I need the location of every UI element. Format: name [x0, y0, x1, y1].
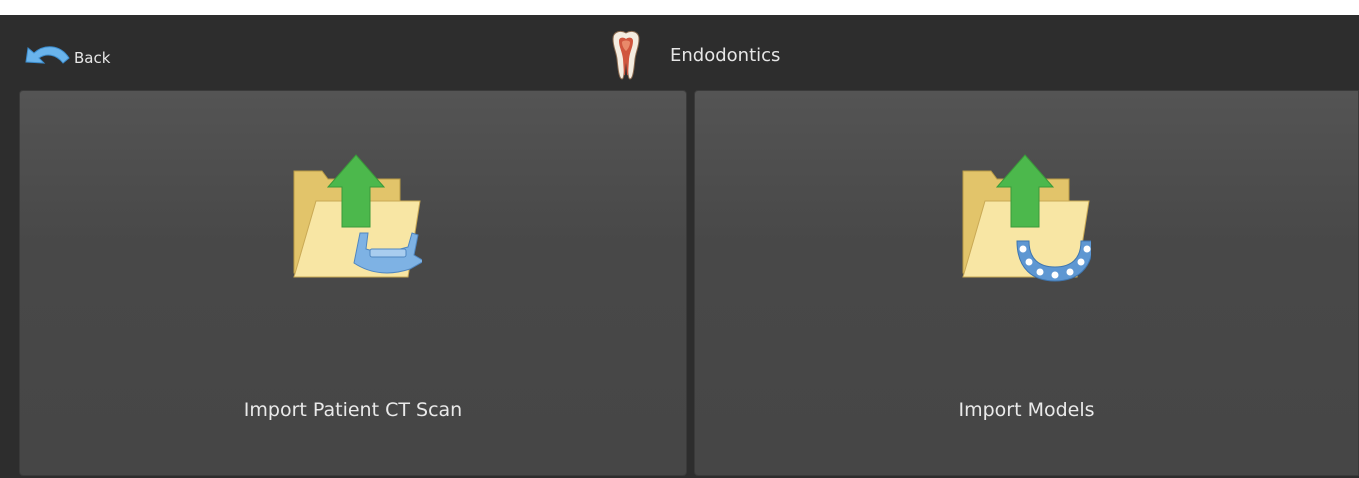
- header-bar: Back Endodontics: [0, 15, 1359, 89]
- import-models-button[interactable]: Import Models: [694, 90, 1359, 476]
- back-button[interactable]: Back: [22, 37, 110, 73]
- back-label: Back: [74, 49, 111, 67]
- import-models-icon: [962, 154, 1091, 282]
- import-ct-scan-icon: [293, 154, 422, 278]
- back-arrow-icon: [25, 46, 70, 64]
- import-models-label: Import Models: [958, 399, 1095, 421]
- import-ct-scan-label: Import Patient CT Scan: [243, 399, 463, 421]
- app-window: Back Endodontics Import Patient CT Scan …: [0, 15, 1359, 478]
- page-title: Endodontics: [670, 44, 781, 66]
- tooth-icon: [612, 30, 640, 80]
- title-area: Endodontics: [608, 27, 780, 83]
- import-ct-scan-button[interactable]: Import Patient CT Scan: [19, 90, 687, 476]
